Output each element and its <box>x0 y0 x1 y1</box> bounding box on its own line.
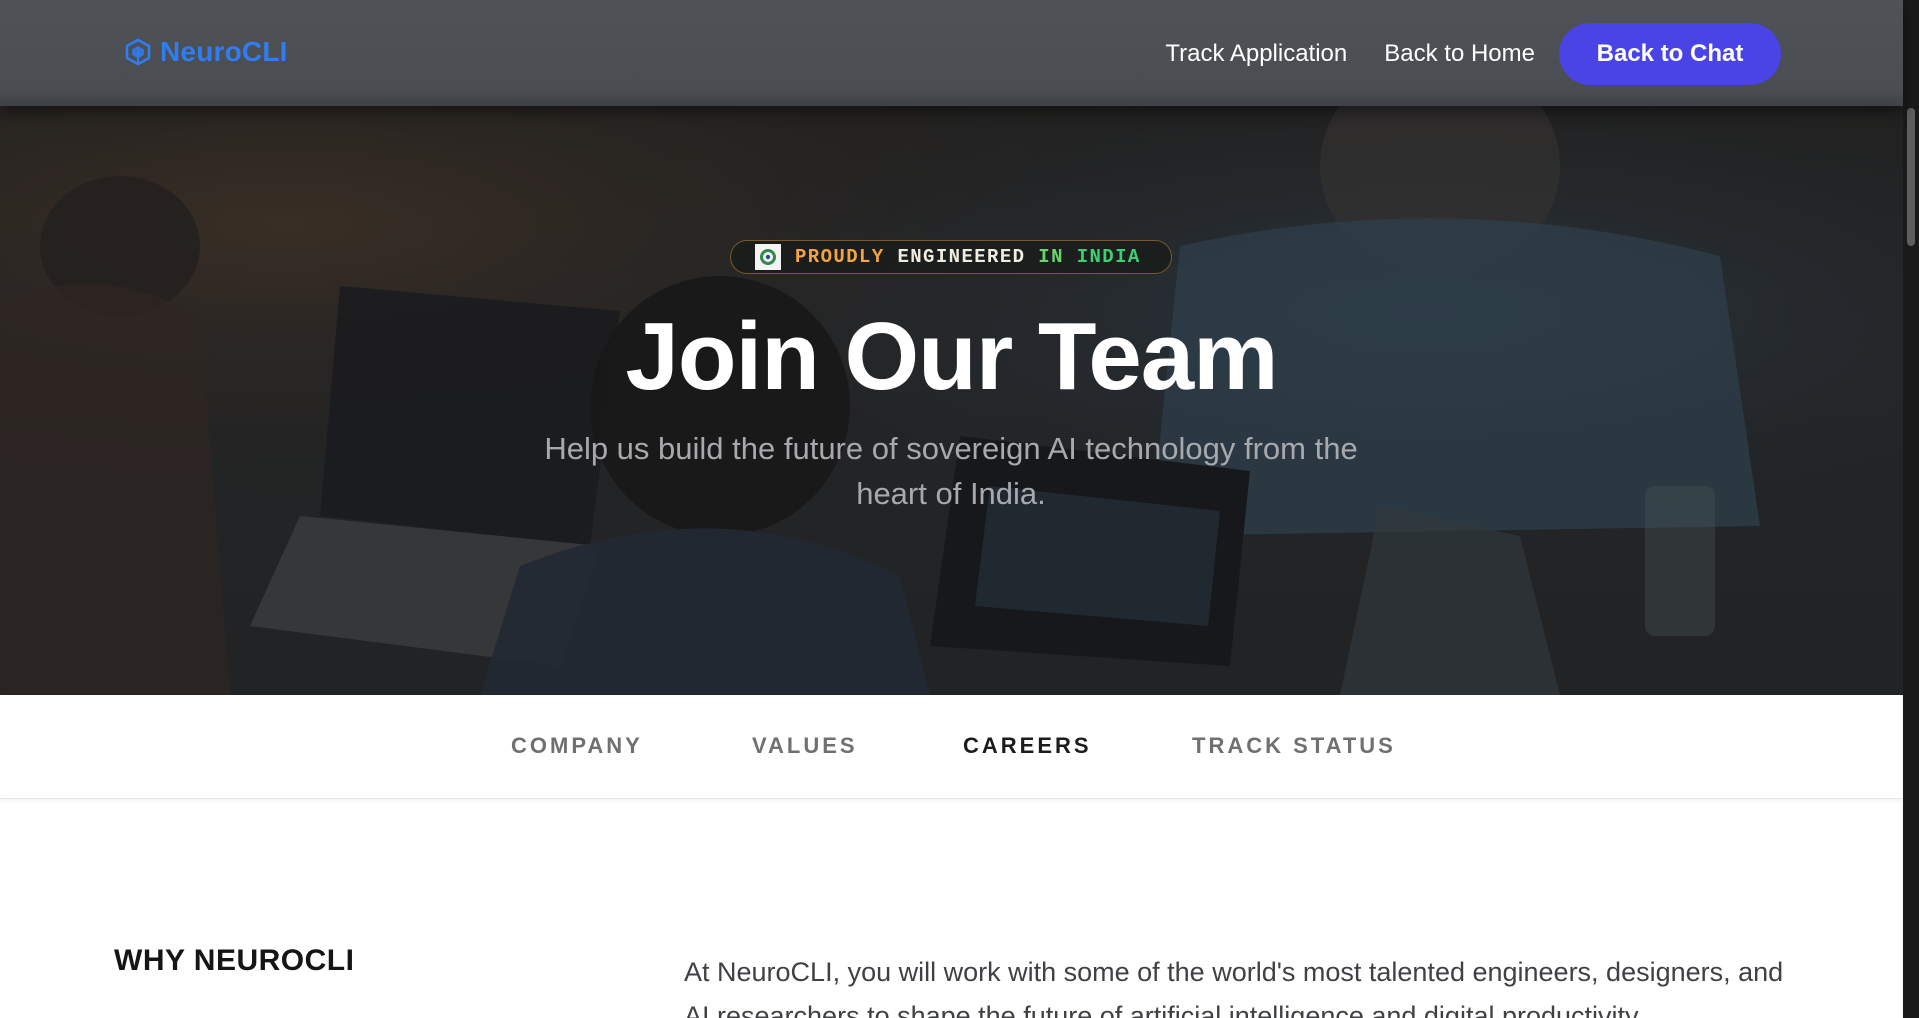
hero-subtitle: Help us build the future of sovereign AI… <box>544 431 1358 511</box>
tab-track-status[interactable]: TRACK STATUS <box>1192 733 1396 759</box>
back-to-home-link[interactable]: Back to Home <box>1384 40 1535 68</box>
made-in-india-badge: PROUDLY ENGINEERED IN INDIA <box>730 240 1172 274</box>
badge-word-in: IN <box>1038 246 1064 268</box>
header-nav: Track Application Back to Home Back to C… <box>1165 23 1781 85</box>
tab-company[interactable]: COMPANY <box>511 733 643 759</box>
top-navigation-bar: NeuroCLI Track Application Back to Home … <box>0 0 1903 106</box>
cube-logo-icon <box>125 38 151 66</box>
badge-word-proudly: PROUDLY <box>795 246 885 268</box>
hero-banner: PROUDLY ENGINEERED IN INDIA Join Our Tea… <box>0 106 1903 695</box>
brand-name: NeuroCLI <box>160 36 288 67</box>
why-neurocli-heading: WHY NEUROCLI <box>114 944 355 977</box>
track-application-link[interactable]: Track Application <box>1165 40 1347 68</box>
tab-careers[interactable]: CAREERS <box>963 733 1092 759</box>
section-tabs: COMPANY VALUES CAREERS TRACK STATUS <box>0 695 1903 799</box>
badge-word-india: INDIA <box>1076 246 1141 268</box>
brand-logo-link[interactable]: NeuroCLI <box>124 36 288 68</box>
scrollbar-thumb[interactable] <box>1907 108 1915 246</box>
hero-title: Join Our Team <box>625 303 1278 410</box>
tab-values[interactable]: VALUES <box>752 733 858 759</box>
badge-text: PROUDLY ENGINEERED IN INDIA <box>795 246 1141 268</box>
back-to-chat-button[interactable]: Back to Chat <box>1559 23 1781 85</box>
india-emblem-icon <box>755 244 781 270</box>
why-neurocli-text: At NeuroCLI, you will work with some of … <box>684 957 1784 1018</box>
page-scrollbar[interactable] <box>1903 0 1919 1018</box>
badge-word-engineered: ENGINEERED <box>897 246 1026 268</box>
